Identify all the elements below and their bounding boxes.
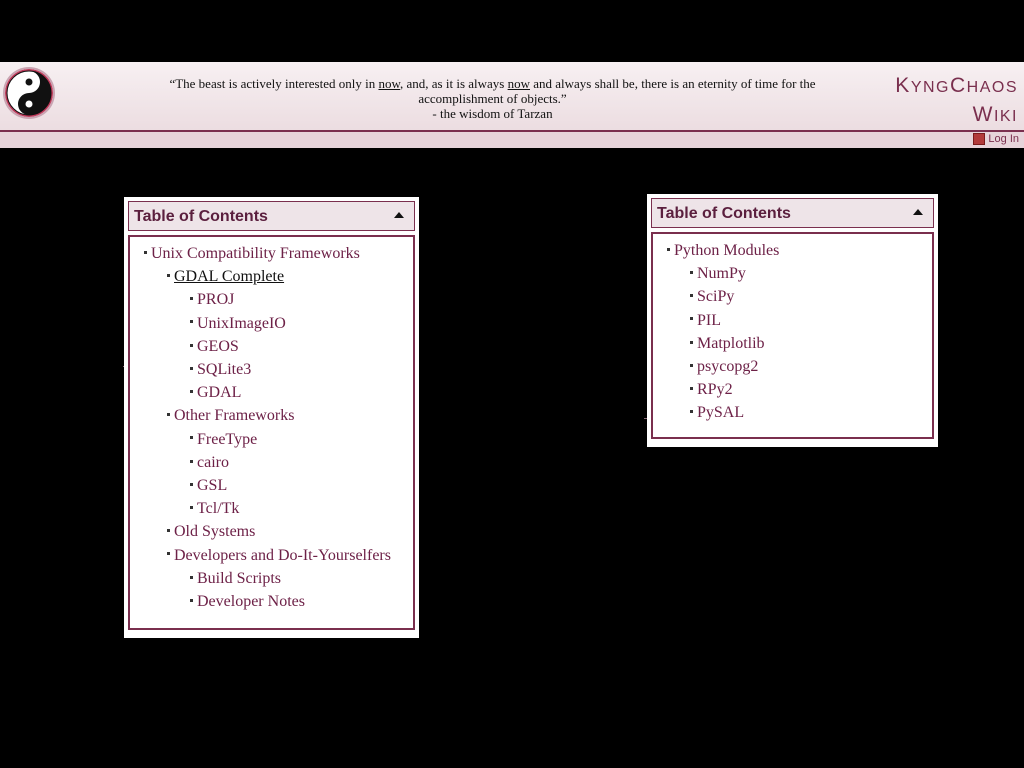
- bullet-icon: [190, 320, 193, 324]
- bullet-icon: [190, 506, 193, 510]
- bullet-icon: [190, 575, 193, 579]
- toc-item: Unix Compatibility Frameworks: [144, 245, 360, 263]
- toc-right-panel: Table of Contents Python Modules NumPy Sci…: [647, 194, 938, 447]
- toc-link[interactable]: NumPy: [697, 265, 746, 282]
- toc-item: PySAL: [690, 404, 744, 422]
- toc-item: PROJ: [190, 291, 234, 309]
- toc-link[interactable]: GDAL: [197, 384, 241, 401]
- now-link-1[interactable]: now: [378, 76, 400, 91]
- toc-right-body: Python Modules NumPy SciPy PIL Matplotlib psy…: [651, 232, 934, 439]
- toc-right-title: Table of Contents: [657, 205, 791, 222]
- bullet-icon: [690, 340, 693, 344]
- toc-link[interactable]: Old Systems: [174, 523, 255, 540]
- toc-item: GDAL: [190, 384, 241, 402]
- toc-item: RPy2: [690, 381, 733, 399]
- toc-item: UnixImageIO: [190, 315, 286, 333]
- login-label: Log In: [988, 133, 1019, 145]
- toc-item: PIL: [690, 312, 721, 330]
- toc-link[interactable]: UnixImageIO: [197, 315, 286, 332]
- bullet-icon: [167, 413, 170, 417]
- toc-left-body: Unix Compatibility Frameworks GDAL Comple…: [128, 235, 415, 630]
- toc-link[interactable]: PROJ: [197, 291, 234, 308]
- bullet-icon: [167, 529, 170, 533]
- bullet-icon: [667, 247, 670, 251]
- toc-item: Python Modules: [667, 242, 779, 260]
- toc-link[interactable]: FreeType: [197, 431, 257, 448]
- toc-item: psycopg2: [690, 358, 758, 376]
- yin-yang-logo-icon[interactable]: [5, 69, 53, 117]
- toc-link[interactable]: PySAL: [697, 404, 744, 421]
- collapse-triangle-icon[interactable]: [394, 212, 404, 218]
- collapse-triangle-icon[interactable]: [913, 209, 923, 215]
- toc-left-title: Table of Contents: [134, 208, 268, 225]
- toc-left-panel: Table of Contents Unix Compatibility Fra…: [124, 197, 419, 638]
- toc-item: GDAL Complete: [167, 268, 284, 286]
- toc-item: GEOS: [190, 338, 239, 356]
- toc-item: SciPy: [690, 288, 734, 306]
- bullet-icon: [190, 598, 193, 602]
- bullet-icon: [190, 366, 193, 370]
- bullet-icon: [690, 271, 693, 275]
- toc-item: GSL: [190, 477, 227, 495]
- now-link-2[interactable]: now: [508, 76, 530, 91]
- header-quote: “The beast is actively interested only i…: [150, 76, 835, 121]
- bullet-icon: [690, 387, 693, 391]
- toc-link[interactable]: Tcl/Tk: [197, 500, 239, 517]
- bullet-icon: [690, 410, 693, 414]
- login-icon: [973, 133, 986, 145]
- toc-link[interactable]: RPy2: [697, 381, 733, 398]
- login-link[interactable]: Log In: [973, 133, 1019, 145]
- bullet-icon: [190, 436, 193, 440]
- toc-link[interactable]: SciPy: [697, 288, 734, 305]
- bullet-icon: [690, 317, 693, 321]
- bullet-icon: [167, 552, 170, 556]
- toc-right-header: Table of Contents: [651, 198, 934, 228]
- bullet-icon: [190, 297, 193, 301]
- toc-link[interactable]: Build Scripts: [197, 570, 281, 587]
- quote-line-2: accomplishment of objects.”: [418, 91, 567, 106]
- toc-item: NumPy: [690, 265, 746, 283]
- toc-item: Developer Notes: [190, 593, 305, 611]
- toc-link[interactable]: psycopg2: [697, 358, 758, 375]
- toc-link[interactable]: cairo: [197, 454, 229, 471]
- quote-attribution: - the wisdom of Tarzan: [432, 106, 553, 121]
- quote-line-1: “The beast is actively interested only i…: [169, 76, 816, 91]
- bullet-icon: [690, 294, 693, 298]
- toc-link[interactable]: GDAL Complete: [174, 268, 284, 285]
- toc-item: cairo: [190, 454, 229, 472]
- toc-item: Developers and Do-It-Yourselfers: [167, 547, 391, 565]
- toc-link[interactable]: Unix Compatibility Frameworks: [151, 245, 360, 262]
- toc-link[interactable]: Other Frameworks: [174, 407, 294, 424]
- bullet-icon: [190, 390, 193, 394]
- site-name-line-1: KYNGCHAOS: [895, 74, 1018, 97]
- toc-link[interactable]: GEOS: [197, 338, 239, 355]
- toc-link[interactable]: Developer Notes: [197, 593, 305, 610]
- toc-item: Matplotlib: [690, 335, 765, 353]
- site-header: “The beast is actively interested only i…: [0, 62, 1024, 132]
- toc-item: SQLite3: [190, 361, 251, 379]
- toc-link[interactable]: Python Modules: [674, 242, 779, 259]
- toc-item: Old Systems: [167, 523, 255, 541]
- toc-link[interactable]: Matplotlib: [697, 335, 765, 352]
- bullet-icon: [190, 343, 193, 347]
- bullet-icon: [690, 363, 693, 367]
- toc-link[interactable]: Developers and Do-It-Yourselfers: [174, 547, 391, 564]
- bullet-icon: [144, 250, 147, 254]
- user-bar: Log In: [0, 132, 1024, 148]
- toc-item: Tcl/Tk: [190, 500, 239, 518]
- site-name-line-2: WIKI: [972, 103, 1018, 126]
- bullet-icon: [190, 482, 193, 486]
- toc-link[interactable]: PIL: [697, 312, 721, 329]
- toc-link[interactable]: GSL: [197, 477, 227, 494]
- toc-item: Other Frameworks: [167, 407, 294, 425]
- toc-item: FreeType: [190, 431, 257, 449]
- site-name-link[interactable]: KYNGCHAOS WIKI: [895, 72, 1018, 130]
- toc-link[interactable]: SQLite3: [197, 361, 251, 378]
- bullet-icon: [190, 459, 193, 463]
- toc-left-header: Table of Contents: [128, 201, 415, 231]
- bullet-icon: [167, 274, 170, 278]
- toc-item: Build Scripts: [190, 570, 281, 588]
